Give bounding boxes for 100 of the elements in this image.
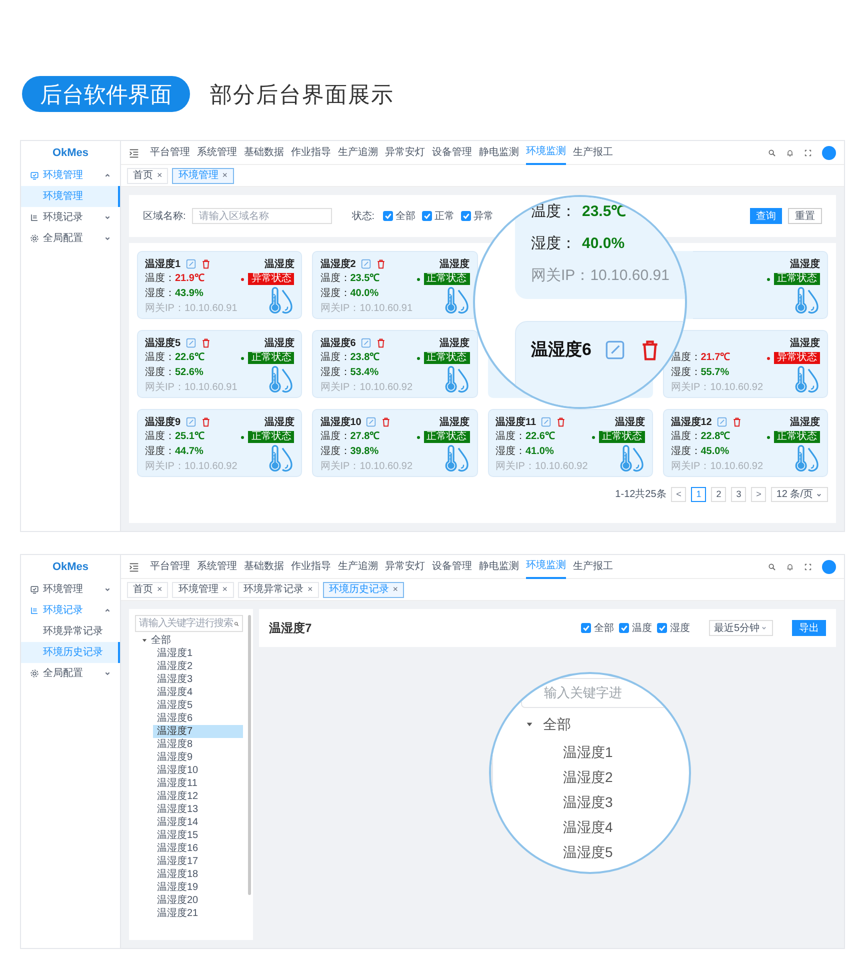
delete-icon[interactable] [732, 417, 742, 427]
page-tab[interactable]: 首页 × [127, 168, 168, 184]
tree-item[interactable]: 温湿度16 [153, 842, 243, 855]
nav-tab[interactable]: 生产报工 [573, 140, 613, 164]
avatar[interactable] [822, 146, 836, 160]
tree-item[interactable]: 温湿度17 [153, 855, 243, 868]
sensor-card[interactable]: 温湿度2 温湿度 温度：23.5℃ 湿度：40.0% 网关IP：10.10.60.91 正常状态 [312, 251, 478, 319]
time-range-select[interactable]: 最近5分钟 [709, 620, 773, 636]
tree-item[interactable]: 温湿度5 [563, 842, 613, 863]
edit-icon[interactable] [360, 259, 371, 269]
page-size-select[interactable]: 12 条/页 [771, 487, 828, 502]
close-icon[interactable]: × [392, 582, 398, 596]
edit-icon[interactable] [186, 338, 196, 348]
nav-tab[interactable]: 异常安灯 [385, 554, 425, 578]
tree-item[interactable]: 温湿度3 [153, 673, 243, 686]
sensor-card[interactable]: 温湿度9 温湿度 温度：25.1℃ 湿度：44.7% 网关IP：10.10.60.92 正常状态 [137, 409, 302, 477]
edit-icon[interactable] [186, 259, 196, 269]
caret-icon[interactable] [141, 637, 148, 644]
nav-tab[interactable]: 作业指导 [291, 554, 331, 578]
fullscreen-icon[interactable] [804, 148, 812, 156]
caret-icon[interactable] [525, 720, 534, 729]
close-icon[interactable]: × [157, 582, 162, 596]
tree-item[interactable]: 温湿度9 [153, 751, 243, 764]
nav-tab[interactable]: 设备管理 [432, 140, 472, 164]
edit-icon[interactable] [366, 417, 376, 427]
tree-item[interactable]: 温湿度6 [153, 712, 243, 725]
menu-icon[interactable] [129, 562, 139, 572]
nav-tab[interactable]: 生产追溯 [338, 554, 378, 578]
tree-item[interactable]: 温湿度19 [153, 881, 243, 894]
nav-tab[interactable]: 平台管理 [150, 140, 190, 164]
sidebar-item[interactable]: 环境记录 [21, 207, 120, 228]
tree-item[interactable]: 温湿度20 [153, 894, 243, 907]
nav-tab[interactable]: 系统管理 [197, 554, 237, 578]
delete-icon[interactable] [200, 259, 211, 269]
close-icon[interactable]: × [222, 582, 228, 596]
menu-icon[interactable] [129, 148, 139, 158]
tree-item[interactable]: 温湿度1 [563, 742, 613, 763]
delete-icon[interactable] [200, 338, 211, 348]
fullscreen-icon[interactable] [804, 562, 812, 570]
delete-icon[interactable] [376, 259, 386, 269]
sensor-card[interactable]: 温湿度11 温湿度 温度：22.6℃ 湿度：41.0% 网关IP：10.10.60.92 正常状态 [488, 409, 653, 477]
tree-item[interactable]: 温湿度7 [153, 725, 243, 738]
sidebar-item[interactable]: 环境管理 [21, 579, 120, 600]
tree-item[interactable]: 全部 [151, 633, 171, 648]
checkbox[interactable] [422, 211, 432, 221]
page-tab[interactable]: 环境管理 × [172, 168, 234, 184]
tree-item[interactable]: 温湿度1 [153, 647, 243, 660]
tree-item[interactable]: 温湿度18 [153, 868, 243, 881]
edit-icon[interactable] [716, 417, 727, 427]
checkbox[interactable] [460, 211, 471, 221]
close-icon[interactable]: × [222, 168, 228, 182]
checkbox[interactable] [657, 623, 667, 633]
sensor-card[interactable]: 温湿度10 温湿度 温度：27.8℃ 湿度：39.8% 网关IP：10.10.60.92 正常状态 [312, 409, 478, 477]
nav-tab[interactable]: 平台管理 [150, 554, 190, 578]
sensor-card[interactable]: 温湿度 正常状态 [692, 251, 828, 319]
close-icon[interactable]: × [308, 582, 313, 596]
nav-tab[interactable]: 异常安灯 [385, 140, 425, 164]
area-name-field[interactable]: 请输入区域名称 [192, 208, 332, 224]
page-tab[interactable]: 环境异常记录 × [238, 582, 319, 598]
nav-tab[interactable]: 基础数据 [244, 554, 284, 578]
avatar[interactable] [822, 560, 836, 574]
search-field[interactable]: 请输入关键字进行搜索 [135, 615, 243, 632]
tree-item[interactable]: 温湿度2 [153, 660, 243, 673]
search-icon[interactable] [234, 620, 239, 628]
page-tab[interactable]: 环境管理 × [172, 582, 234, 598]
search-icon[interactable] [768, 148, 776, 156]
checkbox[interactable] [619, 623, 629, 633]
next-page-button[interactable]: > [751, 487, 766, 502]
nav-tab[interactable]: 作业指导 [291, 140, 331, 164]
nav-tab[interactable]: 基础数据 [244, 140, 284, 164]
sensor-card[interactable]: 温湿度5 温湿度 温度：22.6℃ 湿度：52.6% 网关IP：10.10.60.91 正常状态 [137, 330, 302, 398]
nav-tab[interactable]: 生产报工 [573, 554, 613, 578]
tree-item[interactable]: 温湿度14 [153, 816, 243, 829]
sidebar-item[interactable]: 全局配置 [21, 228, 120, 249]
tree-item[interactable]: 温湿度13 [153, 803, 243, 816]
search-icon[interactable] [768, 562, 776, 570]
sensor-card[interactable]: 温湿度12 温湿度 温度：22.8℃ 湿度：45.0% 网关IP：10.10.60.92 正常状态 [662, 409, 828, 477]
scrollbar[interactable] [248, 615, 251, 895]
reset-button[interactable]: 重置 [788, 208, 822, 224]
delete-icon[interactable] [200, 417, 211, 427]
nav-tab[interactable]: 设备管理 [432, 554, 472, 578]
page-button[interactable]: 2 [711, 487, 726, 502]
checkbox[interactable] [382, 211, 393, 221]
tree-item[interactable]: 温湿度5 [153, 699, 243, 712]
page-button[interactable]: 3 [731, 487, 746, 502]
sensor-card[interactable]: 温湿度1 温湿度 温度：21.9℃ 湿度：43.9% 网关IP：10.10.60.91 异常状态 [137, 251, 302, 319]
sensor-card[interactable]: 温湿度6 温湿度 温度：23.8℃ 湿度：53.4% 网关IP：10.10.60.92 正常状态 [312, 330, 478, 398]
nav-tab[interactable]: 生产追溯 [338, 140, 378, 164]
prev-page-button[interactable]: < [671, 487, 686, 502]
tree-item[interactable]: 温湿度8 [153, 738, 243, 751]
nav-tab[interactable]: 系统管理 [197, 140, 237, 164]
bell-icon[interactable] [786, 562, 794, 570]
tree-item[interactable]: 温湿度10 [153, 764, 243, 777]
page-tab[interactable]: 首页 × [127, 582, 168, 598]
edit-icon[interactable] [360, 338, 371, 348]
nav-tab[interactable]: 静电监测 [479, 140, 519, 164]
tree-item[interactable]: 全部 [543, 714, 571, 735]
delete-icon[interactable] [376, 338, 386, 348]
tree-item[interactable]: 温湿度4 [563, 817, 613, 838]
submenu-item[interactable]: 环境异常记录 [21, 621, 120, 642]
